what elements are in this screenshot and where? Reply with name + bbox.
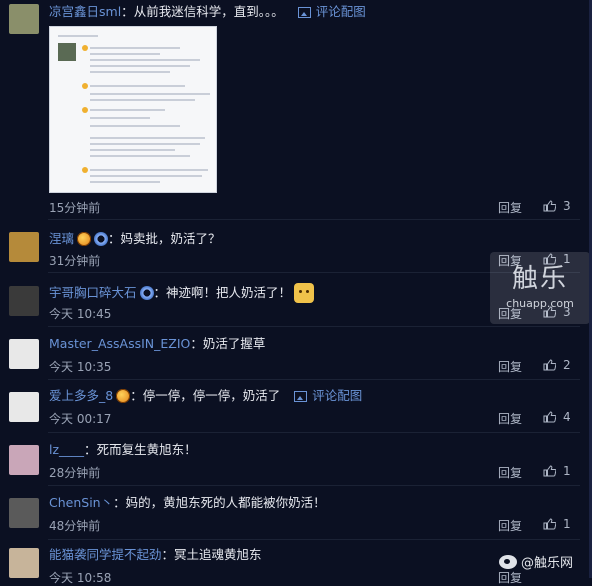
comment-line: ChenSin丶 ： 妈的，黄旭东死的人都能被你奶活！ <box>49 495 326 511</box>
comment-username[interactable]: 宇哥胸口碎大石 <box>49 285 137 301</box>
thumbs-up-icon <box>543 200 556 212</box>
comment-line: 凉宫鑫日sml ： 从前我迷信科学，直到。。。 评论配图 <box>49 4 366 20</box>
comment-username[interactable]: 爱上多多_8 <box>49 388 113 404</box>
thumbs-up-icon <box>543 465 556 477</box>
like-button[interactable]: 1 <box>543 464 571 478</box>
like-count: 1 <box>563 464 571 478</box>
vip-crown-icon <box>77 232 92 246</box>
comment-username[interactable]: 能猫袭同学提不起劲 <box>49 547 162 563</box>
comment-username[interactable]: Master_AssAssIN_EZIO <box>49 336 190 352</box>
comment-time: 今天 10:35 <box>49 360 112 374</box>
comment-image-thumbnail[interactable] <box>49 26 217 193</box>
comment-username[interactable]: ChenSin丶 <box>49 495 113 511</box>
comment-line: 涅璃 ： 妈卖批，奶活了？ <box>49 231 221 247</box>
comment-separator: ： <box>153 285 167 300</box>
comment-time: 28分钟前 <box>49 466 101 480</box>
avatar[interactable] <box>9 445 39 475</box>
comment-text: 停一停，停一停，奶活了 <box>142 388 281 403</box>
weibo-watermark-text: @触乐网 <box>521 556 574 571</box>
comment-item: 凉宫鑫日sml ： 从前我迷信科学，直到。。。 评论配图 15分钟前 回复 3 <box>0 0 592 220</box>
comment-time: 今天 00:17 <box>49 412 112 426</box>
weibo-icon <box>499 554 517 569</box>
comment-separator: ： <box>130 388 143 403</box>
comment-time: 今天 10:45 <box>49 307 112 321</box>
reply-button[interactable]: 回复 <box>498 464 522 481</box>
member-ring-icon <box>94 232 109 246</box>
comment-image-link[interactable]: 评论配图 <box>294 388 362 404</box>
vip-crown-icon <box>116 389 131 403</box>
like-count: 2 <box>563 358 571 372</box>
comment-time: 48分钟前 <box>49 519 101 533</box>
comment-line: lz____ ： 死而复生黄旭东！ <box>49 442 197 458</box>
comment-separator: ： <box>190 336 203 351</box>
comment-text: 妈卖批，奶活了？ <box>120 231 221 246</box>
comment-text: 神迹啊！把人奶活了！ <box>166 285 292 300</box>
member-ring-icon <box>139 286 154 300</box>
comment-item: ChenSin丶 ： 妈的，黄旭东死的人都能被你奶活！ 48分钟前 回复 1 <box>0 486 592 540</box>
comment-time: 31分钟前 <box>49 254 101 268</box>
watermark-logo-text: 触乐 <box>511 264 568 294</box>
comment-separator: ： <box>108 231 121 246</box>
comment-item: lz____ ： 死而复生黄旭东！ 28分钟前 回复 1 <box>0 433 592 486</box>
comment-image-link-label: 评论配图 <box>315 4 366 19</box>
thumbnail-avatar <box>58 43 76 61</box>
comment-text: 冥土追魂黄旭东 <box>174 547 262 562</box>
reply-button[interactable]: 回复 <box>498 199 522 216</box>
like-count: 1 <box>563 517 571 531</box>
comment-separator: ： <box>121 4 134 19</box>
comment-image-link-label: 评论配图 <box>312 388 363 403</box>
avatar[interactable] <box>9 392 39 422</box>
avatar[interactable] <box>9 4 39 34</box>
comment-text: 从前我迷信科学，直到。。。 <box>133 4 284 19</box>
avatar[interactable] <box>9 339 39 369</box>
like-button[interactable]: 2 <box>543 358 571 372</box>
image-icon <box>294 390 308 402</box>
like-button[interactable]: 1 <box>543 517 571 531</box>
weibo-watermark: @触乐网 <box>499 552 573 571</box>
reply-button[interactable]: 回复 <box>498 358 522 375</box>
site-watermark: 触乐 chuapp.com <box>490 252 590 324</box>
comment-item: 爱上多多_8 ： 停一停，停一停，奶活了 评论配图 今天 00:17 回复 4 <box>0 380 592 433</box>
comment-time: 15分钟前 <box>49 201 101 215</box>
avatar[interactable] <box>9 548 39 578</box>
comment-separator: ： <box>113 495 126 510</box>
avatar[interactable] <box>9 232 39 262</box>
comment-separator: ： <box>84 442 97 457</box>
like-count: 4 <box>563 410 571 424</box>
like-button[interactable]: 4 <box>543 410 571 424</box>
like-button[interactable]: 3 <box>543 199 571 213</box>
comment-line: 爱上多多_8 ： 停一停，停一停，奶活了 评论配图 <box>49 388 362 404</box>
thumbs-up-icon <box>543 411 556 423</box>
comment-line: 宇哥胸口碎大石 ： 神迹啊！把人奶活了！ <box>49 283 315 303</box>
reply-button[interactable]: 回复 <box>498 410 522 427</box>
comment-separator: ： <box>161 547 175 562</box>
avatar[interactable] <box>9 286 39 316</box>
comment-text: 奶活了握草 <box>202 336 266 351</box>
comment-item: Master_AssAssIN_EZIO ： 奶活了握草 今天 10:35 回复… <box>0 327 592 380</box>
thumbs-up-icon <box>543 518 556 530</box>
comment-line: Master_AssAssIN_EZIO ： 奶活了握草 <box>49 336 265 352</box>
comment-username[interactable]: 涅璃 <box>49 231 74 247</box>
reply-button[interactable]: 回复 <box>498 517 522 534</box>
image-icon <box>297 6 311 18</box>
avatar[interactable] <box>9 498 39 528</box>
comment-text: 妈的，黄旭东死的人都能被你奶活！ <box>125 495 326 510</box>
comment-line: 能猫袭同学提不起劲 ： 冥土追魂黄旭东 <box>49 547 262 563</box>
like-count: 3 <box>563 199 571 213</box>
watermark-url: chuapp.com <box>506 297 574 310</box>
comment-username[interactable]: 凉宫鑫日sml <box>49 4 121 20</box>
comment-username[interactable]: lz____ <box>49 442 84 458</box>
doge-emoji-icon <box>294 283 315 303</box>
thumbs-up-icon <box>543 359 556 371</box>
comment-text: 死而复生黄旭东！ <box>96 442 197 457</box>
comment-image-link[interactable]: 评论配图 <box>297 4 366 20</box>
